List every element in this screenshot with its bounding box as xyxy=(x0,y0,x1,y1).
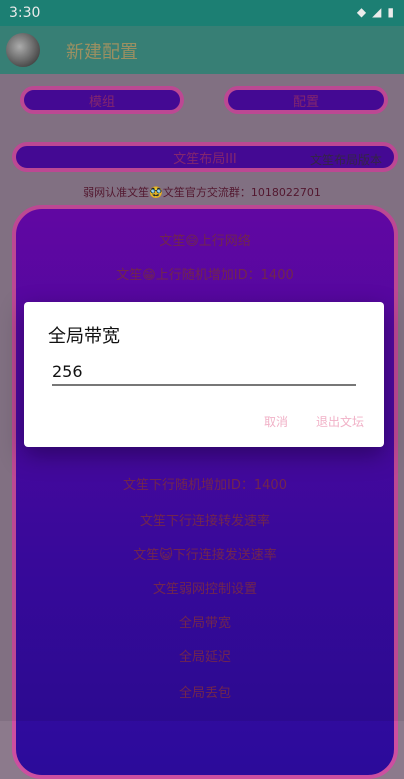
cancel-button[interactable]: 取消 xyxy=(258,412,294,431)
exit-button[interactable]: 退出文坛 xyxy=(310,412,370,431)
bandwidth-input[interactable] xyxy=(52,358,356,386)
dialog-title: 全局带宽 xyxy=(48,326,120,347)
bandwidth-dialog: 全局带宽 取消 退出文坛 xyxy=(24,302,384,447)
